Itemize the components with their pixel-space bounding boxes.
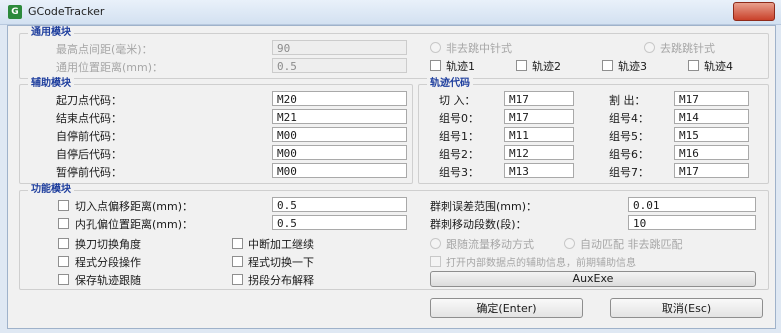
radio-jump[interactable]: [644, 42, 655, 53]
aux-row-input[interactable]: M20: [272, 91, 407, 106]
track-code-label: 组号3：: [439, 166, 479, 179]
track4-label: 轨迹4: [704, 60, 733, 73]
follow-flow-label: 跟随流量移动方式: [446, 238, 534, 251]
track3-label: 轨迹3: [618, 60, 647, 73]
aux-group-legend: 辅助模块: [28, 78, 74, 90]
segment-checkbox[interactable]: [58, 256, 69, 267]
general-field-label: 最高点间距(毫米)：: [56, 43, 153, 56]
radio-jump-label: 去跳跳针式: [660, 42, 715, 55]
tool-change-checkbox[interactable]: [58, 238, 69, 249]
hole-offset-checkbox[interactable]: [58, 218, 69, 229]
general-field-input[interactable]: 90: [272, 40, 407, 55]
tool-change-label: 换刀切换角度: [75, 238, 141, 251]
general-group: 通用模块 最高点间距(毫米)： 90 通用位置距离(mm)： 0.5 非去跳中针…: [19, 27, 769, 79]
group-error-label: 群刺误差范围(mm)：: [430, 200, 538, 213]
aux-row-label: 起刀点代码：: [56, 94, 122, 107]
interrupt-continue-checkbox[interactable]: [232, 238, 243, 249]
auto-match-radio[interactable]: [564, 238, 575, 249]
entry-offset-label: 切入点偏移距离(mm)：: [75, 200, 194, 213]
track2-label: 轨迹2: [532, 60, 561, 73]
group-error-input[interactable]: 0.01: [628, 197, 756, 212]
track-code-label: 组号0：: [439, 112, 479, 125]
track4-checkbox[interactable]: [688, 60, 699, 71]
track-code-input[interactable]: M13: [504, 163, 574, 178]
radio-nonjump-label: 非去跳中针式: [446, 42, 512, 55]
track-code-input[interactable]: M11: [504, 127, 574, 142]
track-code-label: 割 出：: [609, 94, 646, 107]
track-code-input[interactable]: M15: [674, 127, 749, 142]
corner-dist-checkbox[interactable]: [232, 274, 243, 285]
auxexe-button[interactable]: AuxExe: [430, 271, 756, 287]
track-code-input[interactable]: M14: [674, 109, 749, 124]
group-move-input[interactable]: 10: [628, 215, 756, 230]
entry-offset-checkbox[interactable]: [58, 200, 69, 211]
track-code-input[interactable]: M17: [504, 109, 574, 124]
interrupt-continue-label: 中断加工继续: [248, 238, 314, 251]
dialog-body: 通用模块 最高点间距(毫米)： 90 通用位置距离(mm)： 0.5 非去跳中针…: [7, 25, 776, 329]
track3-checkbox[interactable]: [602, 60, 613, 71]
track-code-input[interactable]: M16: [674, 145, 749, 160]
close-button[interactable]: [733, 2, 775, 21]
corner-dist-label: 拐段分布解释: [248, 274, 314, 287]
aux-row-label: 暂停前代码：: [56, 166, 122, 179]
auto-match-label: 自动匹配 非去跳匹配: [580, 238, 683, 251]
program-switch-checkbox[interactable]: [232, 256, 243, 267]
aux-group: 辅助模块 起刀点代码： M20 结束点代码： M21 自停前代码： M00 自停…: [19, 78, 413, 184]
track-code-label: 组号2：: [439, 148, 479, 161]
hole-offset-label: 内孔偏位置距离(mm)：: [75, 218, 194, 231]
track-code-input[interactable]: M17: [674, 163, 749, 178]
aux-row-input[interactable]: M21: [272, 109, 407, 124]
aux-row-input[interactable]: M00: [272, 163, 407, 178]
group-move-label: 群刺移动段数(段)：: [430, 218, 527, 231]
save-follow-checkbox[interactable]: [58, 274, 69, 285]
aux-row-label: 自停前代码：: [56, 130, 122, 143]
function-group-legend: 功能模块: [28, 184, 74, 196]
aux-row-label: 自停后代码：: [56, 148, 122, 161]
ok-button[interactable]: 确定(Enter): [430, 298, 583, 318]
segment-label: 程式分段操作: [75, 256, 141, 269]
aux-info-checkbox[interactable]: [430, 256, 441, 267]
track-code-input[interactable]: M17: [504, 91, 574, 106]
title-bar: G GCodeTracker: [0, 0, 781, 25]
program-switch-label: 程式切换一下: [248, 256, 314, 269]
track2-checkbox[interactable]: [516, 60, 527, 71]
track-code-group: 轨迹代码 切 入： M17 组号0： M17 组号1： M11 组号2： M12…: [418, 78, 769, 184]
track-code-input[interactable]: M17: [674, 91, 749, 106]
track1-checkbox[interactable]: [430, 60, 441, 71]
aux-info-label: 打开内部数据点的辅助信息，前期辅助信息: [446, 258, 636, 269]
track-code-label: 组号1：: [439, 130, 479, 143]
aux-row-label: 结束点代码：: [56, 112, 122, 125]
aux-row-input[interactable]: M00: [272, 145, 407, 160]
track-code-label: 组号4：: [609, 112, 649, 125]
track-code-label: 组号6：: [609, 148, 649, 161]
general-field-label: 通用位置距离(mm)：: [56, 61, 164, 74]
cancel-button[interactable]: 取消(Esc): [610, 298, 763, 318]
track-code-label: 组号5：: [609, 130, 649, 143]
track-code-input[interactable]: M12: [504, 145, 574, 160]
track1-label: 轨迹1: [446, 60, 475, 73]
track-code-label: 组号7：: [609, 166, 649, 179]
track-code-group-legend: 轨迹代码: [427, 78, 473, 90]
window-title: GCodeTracker: [28, 5, 105, 18]
general-group-legend: 通用模块: [28, 27, 74, 39]
save-follow-label: 保存轨迹跟随: [75, 274, 141, 287]
hole-offset-input[interactable]: 0.5: [272, 215, 407, 230]
function-group: 功能模块 切入点偏移距离(mm)： 0.5 内孔偏位置距离(mm)： 0.5 群…: [19, 184, 769, 290]
general-field-input[interactable]: 0.5: [272, 58, 407, 73]
app-icon: G: [8, 5, 22, 19]
radio-nonjump[interactable]: [430, 42, 441, 53]
follow-flow-radio[interactable]: [430, 238, 441, 249]
track-code-label: 切 入：: [439, 94, 476, 107]
entry-offset-input[interactable]: 0.5: [272, 197, 407, 212]
aux-row-input[interactable]: M00: [272, 127, 407, 142]
